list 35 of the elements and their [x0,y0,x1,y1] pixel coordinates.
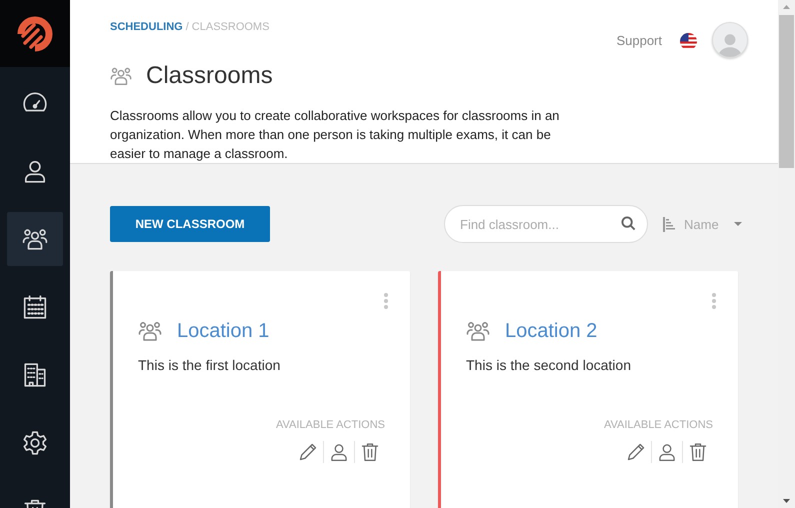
trash-icon [360,442,380,462]
breadcrumb-current: CLASSROOMS [192,21,270,33]
actions-label: AVAILABLE ACTIONS [276,419,385,431]
card-title[interactable]: Location 2 [505,320,598,342]
sort-dropdown[interactable]: Name [662,216,743,232]
caret-icon [732,219,743,229]
group-icon [138,319,162,343]
flag-icon[interactable] [680,33,697,50]
trash-icon [688,442,708,462]
person-icon [329,442,349,462]
breadcrumb-separator: / [186,21,189,33]
classrooms-icon [110,65,132,87]
user-icon [22,158,48,184]
card-description: This is the second location [466,357,632,373]
new-classroom-button[interactable]: NEW CLASSROOM [110,206,270,242]
support-link[interactable]: Support [616,33,662,48]
pencil-icon [626,442,646,462]
person-icon [657,442,677,462]
logo-icon[interactable] [17,16,53,52]
building-icon [22,362,48,388]
breadcrumb-link[interactable]: SCHEDULING [110,21,183,33]
card-title[interactable]: Location 1 [177,320,270,342]
nav-item[interactable] [7,212,63,266]
page-description: Classrooms allow you to create collaborative workspaces for classrooms in an organization. When more than one person is taking multiple exams, it can be easier to manage a classroom. [110,107,560,163]
actions-label: AVAILABLE ACTIONS [604,419,713,431]
page-title: Classrooms [146,62,273,90]
scrollbar[interactable] [778,0,795,508]
card-description: This is the first location [138,357,282,373]
settings-icon [22,430,48,456]
search-icon[interactable] [621,216,636,231]
pencil-icon [298,442,318,462]
calendar-icon [22,294,48,320]
sort-icon [662,216,678,232]
search-field[interactable]: Find classroom... [444,205,648,243]
group-icon [466,319,490,343]
